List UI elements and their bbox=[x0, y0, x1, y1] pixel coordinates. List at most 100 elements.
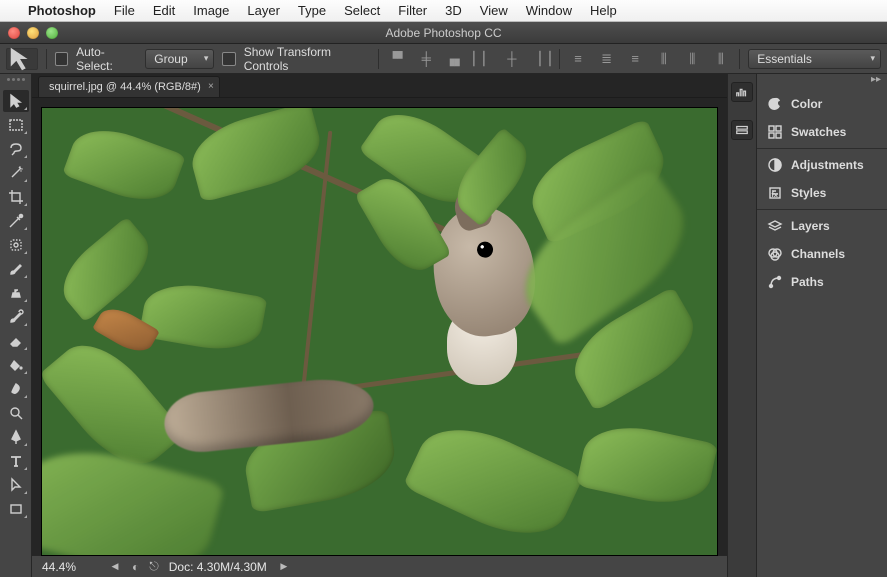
separator bbox=[739, 49, 740, 69]
menu-type[interactable]: Type bbox=[298, 3, 326, 18]
menu-help[interactable]: Help bbox=[590, 3, 617, 18]
swatches-panel-tab[interactable]: Swatches bbox=[757, 118, 887, 146]
current-tool-indicator[interactable] bbox=[6, 48, 38, 70]
window-zoom-button[interactable] bbox=[46, 27, 58, 39]
menu-image[interactable]: Image bbox=[193, 3, 229, 18]
document-tabs: squirrel.jpg @ 44.4% (RGB/8#) × bbox=[32, 74, 727, 98]
workspace-selected: Essentials bbox=[757, 52, 812, 66]
distribute-v-center-icon[interactable]: ≣ bbox=[596, 49, 617, 69]
styles-icon: fx bbox=[767, 185, 783, 201]
move-tool[interactable] bbox=[3, 90, 29, 112]
type-tool[interactable] bbox=[3, 450, 29, 472]
panel-label: Paths bbox=[791, 275, 824, 289]
magic-wand-tool[interactable] bbox=[3, 162, 29, 184]
zoom-step-left-icon[interactable]: ◀ bbox=[108, 561, 122, 572]
swatches-icon bbox=[767, 124, 783, 140]
exposure-icon[interactable]: ◐ bbox=[132, 560, 139, 574]
styles-panel-tab[interactable]: fx Styles bbox=[757, 179, 887, 207]
separator bbox=[378, 49, 379, 69]
app-name[interactable]: Photoshop bbox=[28, 3, 96, 18]
document-area: squirrel.jpg @ 44.4% (RGB/8#) × bbox=[32, 74, 727, 577]
panel-label: Color bbox=[791, 97, 822, 111]
menu-select[interactable]: Select bbox=[344, 3, 380, 18]
status-menu-icon[interactable]: ▶ bbox=[277, 561, 291, 572]
document-tab[interactable]: squirrel.jpg @ 44.4% (RGB/8#) × bbox=[38, 76, 220, 97]
workspace-switcher-dropdown[interactable]: Essentials bbox=[748, 49, 881, 69]
collapsed-panel-strip bbox=[727, 74, 757, 577]
eraser-tool[interactable] bbox=[3, 330, 29, 352]
adjustments-panel-tab[interactable]: Adjustments bbox=[757, 151, 887, 179]
mac-menu-bar: Photoshop File Edit Image Layer Type Sel… bbox=[0, 0, 887, 22]
eyedropper-tool[interactable] bbox=[3, 210, 29, 232]
zoom-level[interactable]: 44.4% bbox=[42, 560, 98, 574]
menu-edit[interactable]: Edit bbox=[153, 3, 175, 18]
panel-label: Styles bbox=[791, 186, 826, 200]
crop-tool[interactable] bbox=[3, 186, 29, 208]
paths-icon bbox=[767, 274, 783, 290]
distribute-left-icon[interactable]: ⫼ bbox=[653, 49, 674, 69]
layers-panel-tab[interactable]: Layers bbox=[757, 212, 887, 240]
clone-stamp-tool[interactable] bbox=[3, 282, 29, 304]
menu-view[interactable]: View bbox=[480, 3, 508, 18]
window-title-bar: Adobe Photoshop CC bbox=[0, 22, 887, 44]
canvas[interactable] bbox=[42, 108, 717, 555]
close-tab-icon[interactable]: × bbox=[208, 81, 214, 92]
align-left-edges-icon[interactable]: ▏▏ bbox=[473, 49, 494, 69]
pen-tool[interactable] bbox=[3, 426, 29, 448]
adjustments-icon bbox=[767, 157, 783, 173]
color-panel-tab[interactable]: Color bbox=[757, 90, 887, 118]
distribute-bottom-icon[interactable]: ≡ bbox=[625, 49, 646, 69]
menu-window[interactable]: Window bbox=[526, 3, 572, 18]
paths-panel-tab[interactable]: Paths bbox=[757, 268, 887, 296]
lasso-tool[interactable] bbox=[3, 138, 29, 160]
toolbox bbox=[0, 74, 32, 577]
collapse-panels-icon[interactable]: ▸▸ bbox=[757, 74, 887, 88]
window-close-button[interactable] bbox=[8, 27, 20, 39]
panel-label: Layers bbox=[791, 219, 830, 233]
distribute-h-center-icon[interactable]: ⫼ bbox=[682, 49, 703, 69]
auto-select-label: Auto-Select: bbox=[76, 45, 137, 73]
doc-size-label: Doc: 4.30M/4.30M bbox=[169, 560, 267, 574]
panels-column: ▸▸ Color Swatches Adjustments fx bbox=[757, 74, 887, 577]
show-transform-label: Show Transform Controls bbox=[244, 45, 371, 73]
align-top-edges-icon[interactable]: ▝▘ bbox=[387, 49, 408, 69]
rectangle-tool[interactable] bbox=[3, 498, 29, 520]
document-tab-label: squirrel.jpg @ 44.4% (RGB/8#) bbox=[49, 81, 201, 93]
align-right-edges-icon[interactable]: ▕▕ bbox=[530, 49, 551, 69]
histogram-panel-icon[interactable] bbox=[731, 82, 753, 102]
show-transform-checkbox[interactable] bbox=[222, 52, 235, 66]
right-dock: ▸▸ Color Swatches Adjustments fx bbox=[727, 74, 887, 577]
toolbox-grip[interactable] bbox=[2, 78, 30, 86]
distribute-right-icon[interactable]: ⫼ bbox=[711, 49, 732, 69]
distribute-top-icon[interactable]: ≡ bbox=[568, 49, 589, 69]
auto-select-checkbox[interactable] bbox=[55, 52, 68, 66]
auto-select-mode-value: Group bbox=[154, 52, 187, 66]
menu-layer[interactable]: Layer bbox=[247, 3, 280, 18]
history-brush-tool[interactable] bbox=[3, 306, 29, 328]
smudge-tool[interactable] bbox=[3, 378, 29, 400]
separator bbox=[46, 49, 47, 69]
auto-select-mode-dropdown[interactable]: Group bbox=[145, 49, 214, 69]
menu-3d[interactable]: 3D bbox=[445, 3, 462, 18]
channels-icon bbox=[767, 246, 783, 262]
status-bar: 44.4% ◀ ◐ ⎋ Doc: 4.30M/4.30M ▶ bbox=[32, 555, 727, 577]
path-selection-tool[interactable] bbox=[3, 474, 29, 496]
separator bbox=[559, 49, 560, 69]
layers-icon bbox=[767, 218, 783, 234]
share-icon[interactable]: ⎋ bbox=[149, 559, 159, 574]
healing-brush-tool[interactable] bbox=[3, 234, 29, 256]
svg-text:fx: fx bbox=[772, 192, 778, 199]
window-minimize-button[interactable] bbox=[27, 27, 39, 39]
navigator-panel-icon[interactable] bbox=[731, 120, 753, 140]
menu-file[interactable]: File bbox=[114, 3, 135, 18]
channels-panel-tab[interactable]: Channels bbox=[757, 240, 887, 268]
rectangular-marquee-tool[interactable] bbox=[3, 114, 29, 136]
window-title: Adobe Photoshop CC bbox=[0, 26, 887, 40]
paint-bucket-tool[interactable] bbox=[3, 354, 29, 376]
align-vertical-centers-icon[interactable]: ╪ bbox=[416, 49, 437, 69]
menu-filter[interactable]: Filter bbox=[398, 3, 427, 18]
zoom-tool[interactable] bbox=[3, 402, 29, 424]
align-horizontal-centers-icon[interactable]: ┼ bbox=[502, 49, 523, 69]
brush-tool[interactable] bbox=[3, 258, 29, 280]
align-bottom-edges-icon[interactable]: ▗▖ bbox=[444, 49, 465, 69]
